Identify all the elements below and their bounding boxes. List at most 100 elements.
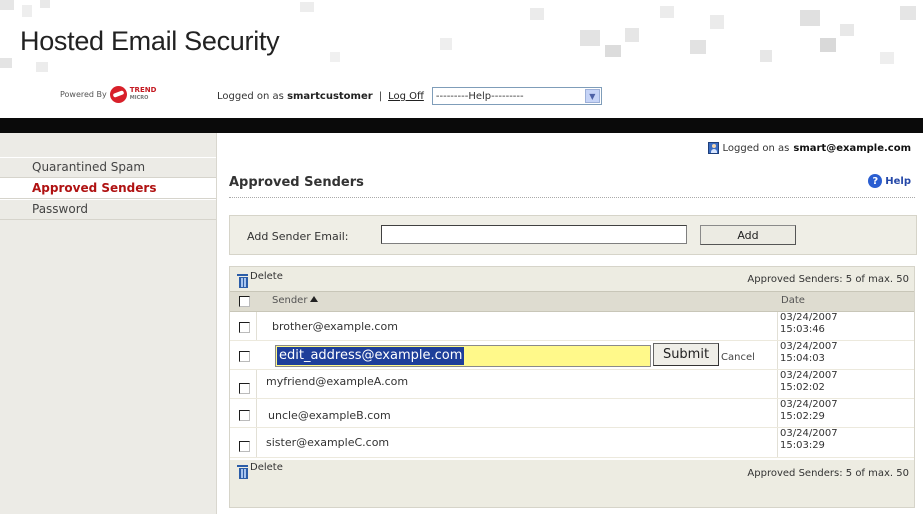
- header-pattern: [36, 62, 48, 72]
- user-status: Logged on as smart@example.com: [707, 142, 911, 154]
- table-row: brother@example.com 03/24/2007 15:03:46: [230, 312, 914, 341]
- column-header-sender-label[interactable]: Sender: [272, 295, 307, 306]
- table-action-bar-top: Delete Approved Senders: 5 of max. 50: [230, 267, 914, 291]
- time-value: 15:03:29: [780, 440, 825, 451]
- sidebar-item-quarantined-spam[interactable]: Quarantined Spam: [0, 157, 216, 178]
- header-pattern: [530, 8, 544, 20]
- table-row: uncle@exampleB.com 03/24/2007 15:02:29: [230, 399, 914, 428]
- sender-count: Approved Senders: 5 of max. 50: [747, 468, 909, 479]
- title-divider: [229, 197, 915, 198]
- column-header-sender[interactable]: Sender: [272, 295, 319, 306]
- column-header-date[interactable]: Date: [781, 295, 805, 306]
- trash-icon[interactable]: [237, 273, 248, 288]
- header-pattern: [0, 0, 14, 10]
- help-dropdown-value: ---------Help---------: [435, 90, 524, 102]
- edit-sender-selected-text[interactable]: edit_address@example.com: [277, 347, 465, 365]
- header-pattern: [0, 58, 12, 68]
- row-checkbox[interactable]: [239, 322, 250, 333]
- time-value: 15:02:29: [780, 411, 825, 422]
- help-dropdown[interactable]: ---------Help--------- ▼: [431, 87, 602, 105]
- sort-ascending-icon[interactable]: [310, 296, 319, 302]
- header-pattern: [330, 52, 340, 62]
- sidebar-item-approved-senders[interactable]: Approved Senders: [0, 178, 216, 199]
- sender-email[interactable]: sister@exampleC.com: [266, 436, 389, 449]
- header-pattern: [605, 45, 621, 57]
- sender-email[interactable]: myfriend@exampleA.com: [266, 375, 408, 388]
- header-pattern: [22, 5, 32, 17]
- date-cell: 03/24/2007 15:02:29: [777, 399, 914, 427]
- chevron-down-icon[interactable]: ▼: [584, 89, 600, 103]
- header-pattern: [820, 38, 836, 52]
- help-link[interactable]: ? Help: [868, 174, 911, 188]
- app-title: Hosted Email Security: [20, 26, 280, 56]
- page-title: Approved Senders: [229, 175, 364, 190]
- time-value: 15:03:46: [780, 324, 825, 335]
- header-pattern: [300, 2, 314, 12]
- delete-button-top[interactable]: Delete: [237, 271, 283, 288]
- cancel-link[interactable]: Cancel: [721, 352, 755, 363]
- brand-name: TREND MICRO: [130, 87, 157, 102]
- date-value: 03/24/2007: [780, 341, 838, 352]
- header: Hosted Email Security Powered By TREND M…: [0, 0, 923, 118]
- sidebar-item-password[interactable]: Password: [0, 199, 216, 220]
- header-pattern: [760, 50, 772, 62]
- logged-on-prefix: Logged on as: [217, 90, 284, 102]
- main-content: Logged on as smart@example.com Approved …: [217, 133, 923, 514]
- sender-email[interactable]: uncle@exampleB.com: [268, 409, 391, 422]
- brand-line-1: TREND: [129, 86, 157, 94]
- delete-button-bottom[interactable]: Delete: [237, 462, 283, 479]
- submit-button[interactable]: Submit: [653, 343, 719, 366]
- table-row-editing: edit_address@example.com Submit Cancel 0…: [230, 341, 914, 370]
- user-icon: [707, 142, 719, 154]
- edit-sender-input[interactable]: edit_address@example.com: [275, 345, 651, 367]
- time-value: 15:02:02: [780, 382, 825, 393]
- username: smartcustomer: [287, 90, 373, 102]
- add-sender-email-input[interactable]: [381, 225, 687, 244]
- date-value: 03/24/2007: [780, 428, 838, 439]
- header-pattern: [40, 0, 50, 8]
- header-pattern: [440, 38, 452, 50]
- trend-micro-logo-icon: [109, 86, 127, 103]
- powered-by-text: Powered By: [60, 90, 107, 99]
- sender-cell: myfriend@exampleA.com: [256, 370, 775, 398]
- login-bar: Logged on as smartcustomer | Log Off ---…: [217, 87, 602, 105]
- select-all-checkbox[interactable]: [239, 296, 250, 307]
- sender-cell: uncle@exampleB.com: [256, 399, 775, 427]
- row-checkbox[interactable]: [239, 410, 250, 421]
- time-value: 15:04:03: [780, 353, 825, 364]
- table-row: sister@exampleC.com 03/24/2007 15:03:29: [230, 428, 914, 458]
- help-label[interactable]: Help: [885, 176, 911, 187]
- help-icon[interactable]: ?: [868, 174, 883, 188]
- log-off-link[interactable]: Log Off: [388, 91, 424, 102]
- trash-icon[interactable]: [237, 464, 248, 479]
- table-row: myfriend@exampleA.com 03/24/2007 15:02:0…: [230, 370, 914, 399]
- header-pattern: [880, 52, 894, 64]
- user-email: smart@example.com: [793, 142, 911, 154]
- sender-email[interactable]: brother@example.com: [272, 320, 398, 333]
- table-action-bar-bottom: Delete Approved Senders: 5 of max. 50: [230, 460, 914, 507]
- row-checkbox[interactable]: [239, 383, 250, 394]
- brand-line-2: MICRO: [129, 95, 149, 101]
- header-divider-bar: [0, 118, 923, 133]
- row-checkbox[interactable]: [239, 351, 250, 362]
- add-sender-label: Add Sender Email:: [247, 230, 349, 243]
- date-cell: 03/24/2007 15:04:03: [777, 341, 914, 369]
- sidebar: Quarantined Spam Approved Senders Passwo…: [0, 133, 217, 514]
- row-checkbox[interactable]: [239, 441, 250, 452]
- header-pattern: [660, 6, 674, 18]
- date-value: 03/24/2007: [780, 312, 838, 323]
- add-button[interactable]: Add: [700, 225, 796, 245]
- header-pattern: [625, 28, 639, 42]
- date-value: 03/24/2007: [780, 370, 838, 381]
- header-pattern: [580, 30, 600, 46]
- date-cell: 03/24/2007 15:03:29: [777, 428, 914, 457]
- delete-label[interactable]: Delete: [250, 271, 283, 282]
- add-sender-panel: Add Sender Email: Add: [229, 215, 917, 255]
- table-header-row: Sender Date: [230, 291, 914, 312]
- header-pattern: [800, 10, 820, 26]
- sender-cell: sister@exampleC.com: [256, 428, 775, 457]
- date-cell: 03/24/2007 15:03:46: [777, 312, 914, 340]
- delete-label[interactable]: Delete: [250, 462, 283, 473]
- date-value: 03/24/2007: [780, 399, 838, 410]
